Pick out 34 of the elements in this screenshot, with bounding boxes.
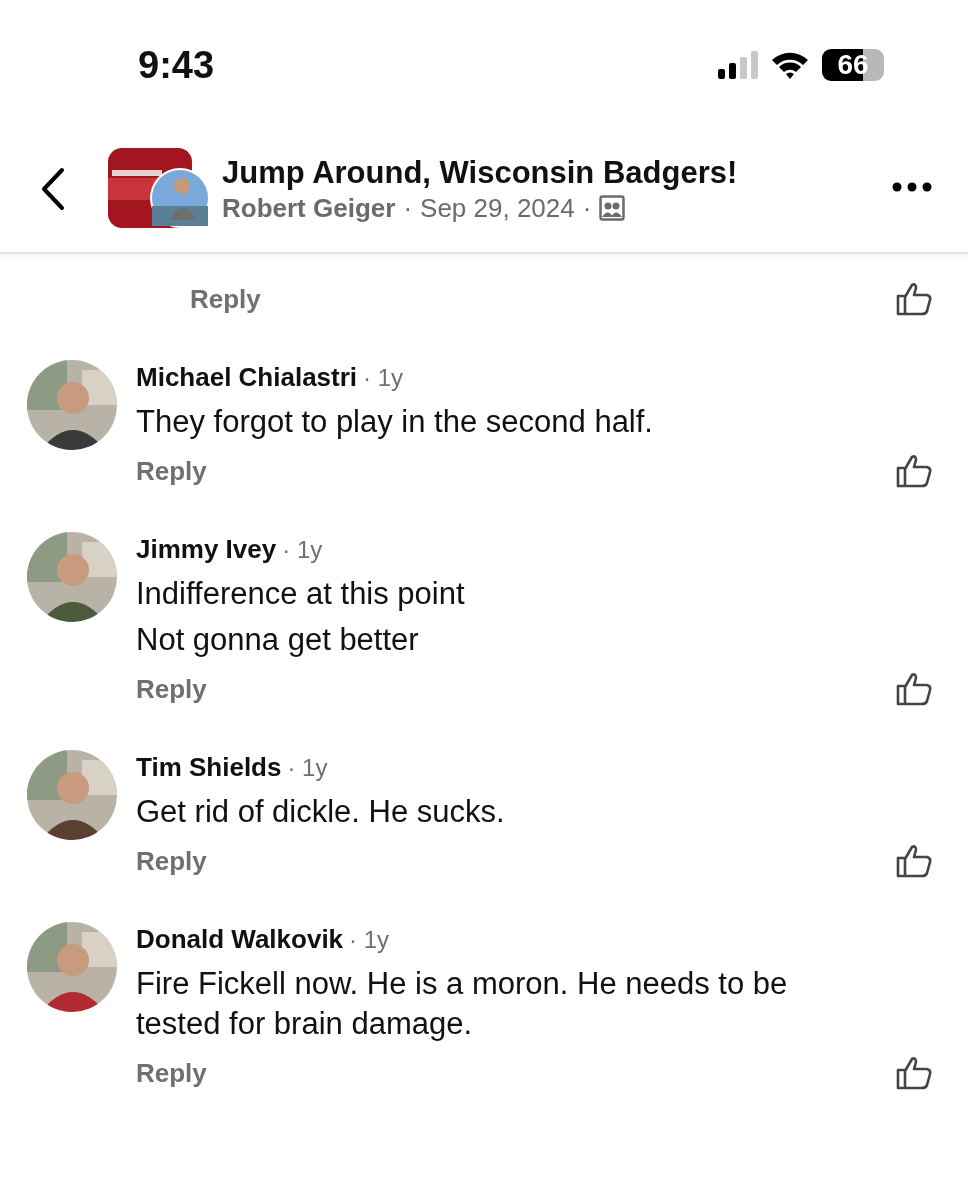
commenter-name[interactable]: Michael Chialastri: [136, 362, 358, 393]
reply-button[interactable]: Reply: [136, 1057, 207, 1089]
status-time: 9:43: [138, 43, 215, 87]
more-icon[interactable]: [892, 182, 932, 192]
commenter-name[interactable]: Donald Walkovik: [136, 924, 344, 955]
group-icon: [599, 195, 626, 221]
post-date: Sep 29, 2024: [420, 192, 575, 224]
comment-text: Fire Fickell now. He is a moron. He needs to be tested for brain damage.: [136, 965, 789, 1043]
commenter-name[interactable]: Tim Shields: [136, 752, 282, 783]
comment-age: · 1y: [287, 754, 328, 782]
group-title: Jump Around, Wisconsin Badgers!: [222, 154, 739, 191]
comment-age: · 1y: [363, 364, 404, 392]
comment-text: Not gonna get better: [136, 621, 420, 659]
commenter-name[interactable]: Jimmy Ivey: [136, 534, 277, 565]
like-icon[interactable]: [896, 454, 932, 488]
comment-age: · 1y: [282, 536, 323, 564]
like-icon[interactable]: [896, 1056, 932, 1090]
back-icon[interactable]: [40, 167, 66, 211]
reply-button[interactable]: Reply: [136, 455, 207, 487]
comment-text: Indifference at this point: [136, 575, 466, 613]
reply-button[interactable]: Reply: [190, 283, 261, 315]
author-name[interactable]: Robert Geiger: [222, 192, 396, 224]
comment-text: They forgot to play in the second half.: [136, 403, 654, 441]
reply-button[interactable]: Reply: [136, 845, 207, 877]
reply-button[interactable]: Reply: [136, 673, 207, 705]
like-icon[interactable]: [896, 844, 932, 878]
separator: ·: [403, 192, 413, 224]
like-icon[interactable]: [896, 672, 932, 706]
comment-text: Get rid of dickle. He sucks.: [136, 793, 506, 831]
like-icon[interactable]: [896, 282, 932, 316]
separator: ·: [582, 192, 592, 224]
signal-icon: [718, 51, 758, 79]
wifi-icon: [770, 50, 810, 80]
comment-age: · 1y: [349, 926, 390, 954]
